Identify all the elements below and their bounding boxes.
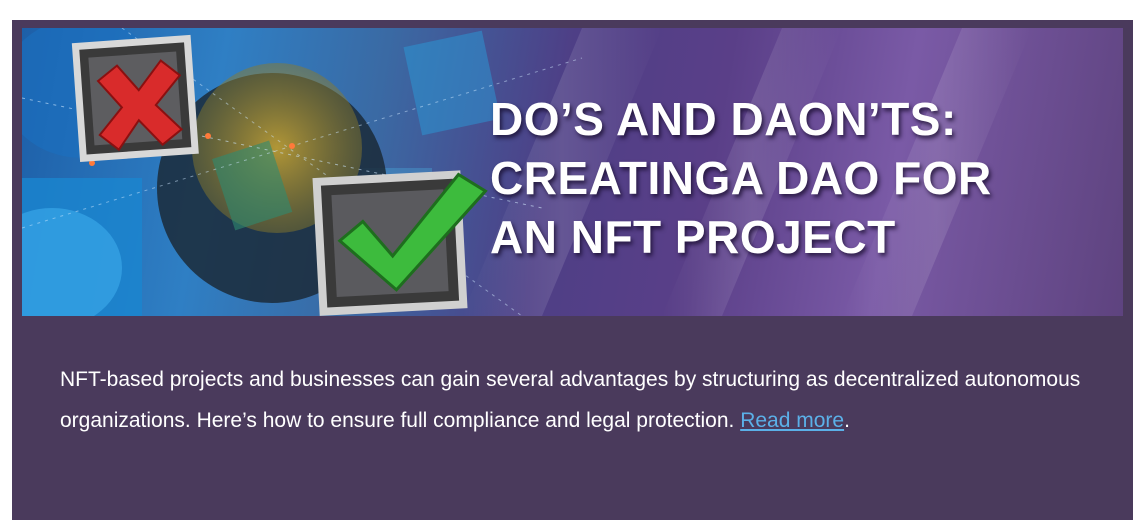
article-banner-image[interactable]: DO’S AND DAON’TS: CREATINGA DAO FOR AN N… <box>22 28 1123 316</box>
headline-line-1: DO’S AND DAON’TS: <box>490 93 957 145</box>
check-mark-checkbox-icon <box>312 170 488 316</box>
summary-text: NFT-based projects and businesses can ga… <box>60 368 1081 432</box>
x-mark-checkbox-icon <box>71 34 199 162</box>
read-more-link[interactable]: Read more <box>740 409 844 432</box>
banner-headline: DO’S AND DAON’TS: CREATINGA DAO FOR AN N… <box>490 90 1090 267</box>
summary-trailing-period: . <box>844 409 850 432</box>
headline-line-2: CREATINGA DAO FOR <box>490 152 992 204</box>
article-summary: NFT-based projects and businesses can ga… <box>60 359 1110 441</box>
headline-line-3: AN NFT PROJECT <box>490 211 896 263</box>
article-card: DO’S AND DAON’TS: CREATINGA DAO FOR AN N… <box>12 20 1133 520</box>
